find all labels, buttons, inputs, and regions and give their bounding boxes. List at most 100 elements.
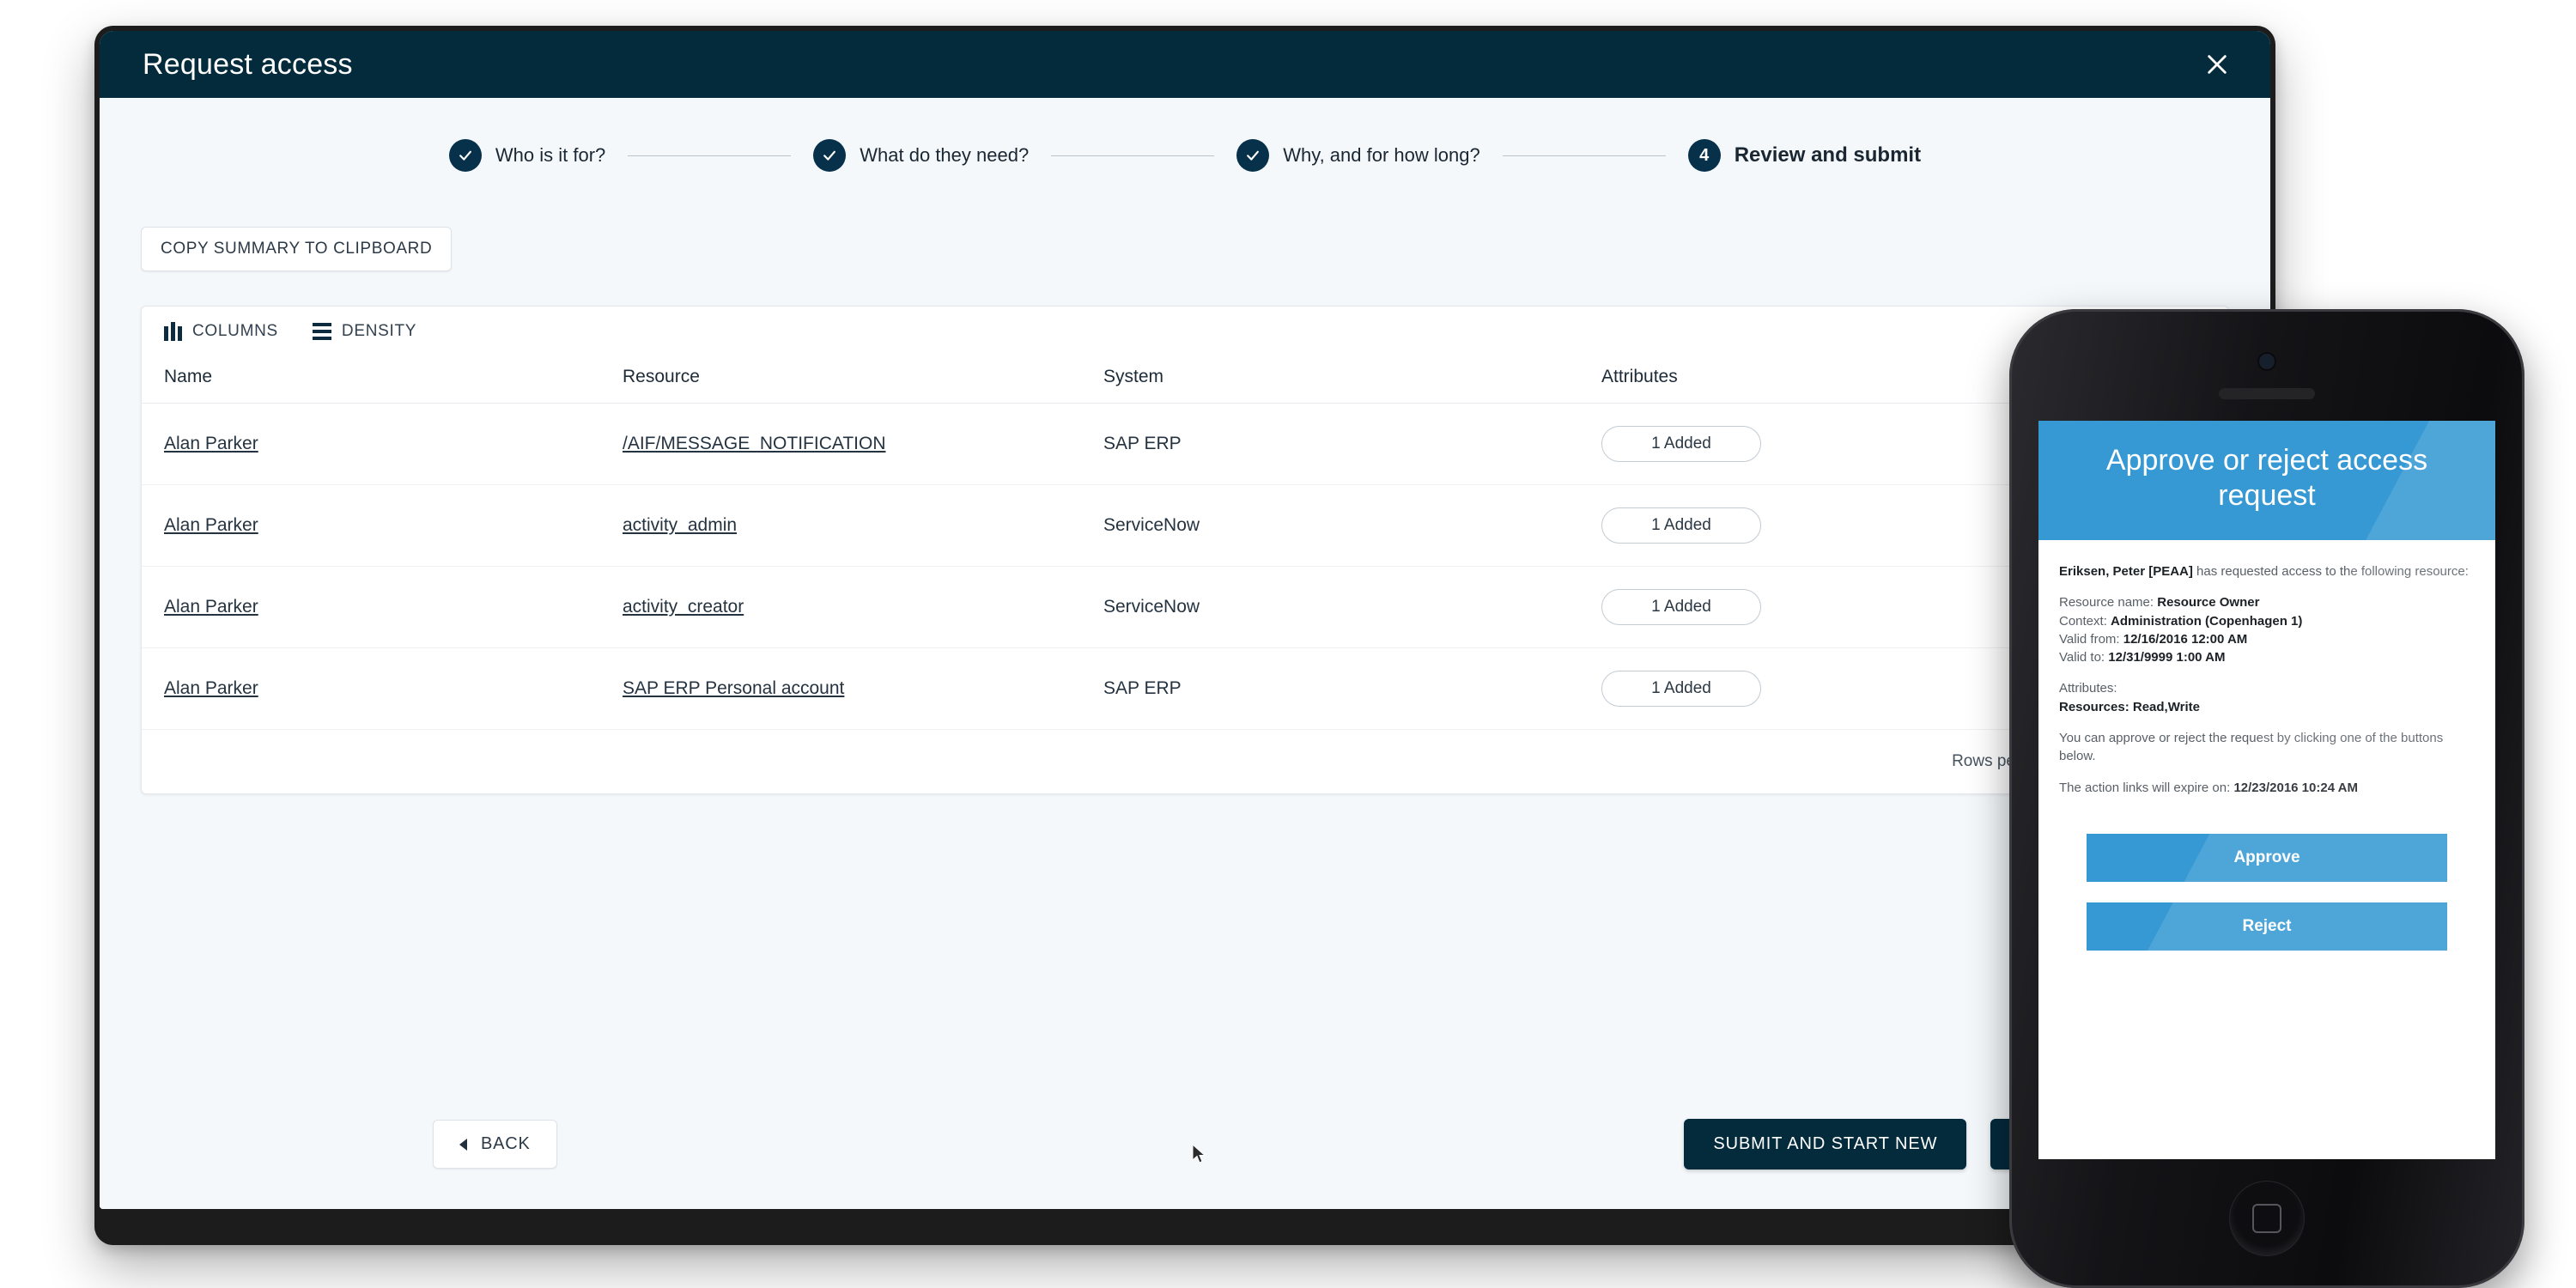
cell-name: Alan Parker bbox=[142, 567, 623, 648]
stepper-step-4-label: Review and submit bbox=[1735, 143, 1921, 167]
check-icon bbox=[1236, 139, 1269, 172]
phone-home-button[interactable] bbox=[2230, 1182, 2304, 1255]
table-row[interactable]: Alan Parker SAP ERP Personal account SAP… bbox=[142, 648, 2228, 730]
density-button-label: DENSITY bbox=[342, 322, 416, 341]
table-pagination: Rows per page: 20 1–4 bbox=[142, 730, 2228, 793]
email-intro-rest: has requested access to the following re… bbox=[2193, 564, 2469, 579]
attributes-chip[interactable]: 1 Added bbox=[1601, 589, 1761, 625]
email-header-banner: Approve or reject access request bbox=[2038, 421, 2495, 540]
submit-and-start-new-button[interactable]: SUBMIT AND START NEW bbox=[1684, 1119, 1966, 1170]
attributes-label: Attributes: bbox=[2059, 681, 2117, 696]
expiry-value: 12/23/2016 10:24 AM bbox=[2233, 781, 2358, 795]
screenshot-canvas: Request access bbox=[0, 0, 2576, 1288]
back-button[interactable]: BACK bbox=[433, 1120, 557, 1169]
expiry-label: The action links will expire on: bbox=[2059, 781, 2230, 795]
dialog-footer: BACK SUBMIT AND START NEW SUBMIT AND CLO… bbox=[100, 1119, 2270, 1209]
density-icon bbox=[313, 323, 331, 340]
columns-button-label: COLUMNS bbox=[192, 322, 278, 341]
phone-camera-icon bbox=[2259, 354, 2275, 369]
check-icon bbox=[449, 139, 482, 172]
email-intro-paragraph: Eriksen, Peter [PEAA] has requested acce… bbox=[2059, 562, 2475, 580]
column-header-name[interactable]: Name bbox=[142, 353, 623, 404]
stepper-connector-3 bbox=[1503, 155, 1666, 156]
context-label: Context: bbox=[2059, 614, 2107, 629]
cell-name: Alan Parker bbox=[142, 648, 623, 730]
approve-button[interactable]: Approve bbox=[2087, 834, 2447, 882]
resource-name-label: Resource name: bbox=[2059, 595, 2154, 610]
laptop-base bbox=[94, 1209, 2275, 1245]
phone-mockup: Approve or reject access request Eriksen… bbox=[2009, 309, 2524, 1288]
cell-name: Alan Parker bbox=[142, 404, 623, 485]
attributes-chip[interactable]: 1 Added bbox=[1601, 507, 1761, 544]
email-expiry-line: The action links will expire on: 12/23/2… bbox=[2059, 779, 2475, 797]
access-request-table: Name Resource System Attributes Alan Par… bbox=[142, 353, 2228, 730]
context-value: Administration (Copenhagen 1) bbox=[2111, 614, 2302, 629]
close-icon[interactable] bbox=[2195, 42, 2239, 87]
resource-name-value: Resource Owner bbox=[2157, 595, 2259, 610]
density-button[interactable]: DENSITY bbox=[313, 322, 416, 341]
table-row[interactable]: Alan Parker activity_creator ServiceNow … bbox=[142, 567, 2228, 648]
stepper-connector-1 bbox=[628, 155, 791, 156]
email-instruction: You can approve or reject the request by… bbox=[2059, 729, 2475, 766]
cell-system: ServiceNow bbox=[1103, 485, 1601, 567]
window-content: Request access bbox=[100, 31, 2270, 1209]
stepper-step-4[interactable]: 4 Review and submit bbox=[1688, 139, 1921, 172]
table-header-row: Name Resource System Attributes bbox=[142, 353, 2228, 404]
phone-screen: Approve or reject access request Eriksen… bbox=[2038, 421, 2495, 1159]
email-attributes-block: Attributes: Resources: Read,Write bbox=[2059, 679, 2475, 716]
column-header-resource[interactable]: Resource bbox=[623, 353, 1103, 404]
access-request-table-card: COLUMNS DENSITY Name Resource Sys bbox=[141, 306, 2229, 794]
dialog-titlebar: Request access bbox=[100, 31, 2270, 98]
stepper-step-2-label: What do they need? bbox=[860, 144, 1029, 167]
browser-window-frame: Request access bbox=[94, 26, 2275, 1245]
wizard-stepper: Who is it for? What do they need? bbox=[100, 98, 2270, 203]
stepper-step-3[interactable]: Why, and for how long? bbox=[1236, 139, 1480, 172]
cell-resource: /AIF/MESSAGE_NOTIFICATION bbox=[623, 404, 1103, 485]
table-row[interactable]: Alan Parker /AIF/MESSAGE_NOTIFICATION SA… bbox=[142, 404, 2228, 485]
resource-link[interactable]: /AIF/MESSAGE_NOTIFICATION bbox=[623, 434, 885, 453]
table-toolbar: COLUMNS DENSITY bbox=[142, 307, 2228, 353]
stepper-step-1[interactable]: Who is it for? bbox=[449, 139, 605, 172]
columns-button[interactable]: COLUMNS bbox=[164, 322, 278, 341]
cell-resource: activity_admin bbox=[623, 485, 1103, 567]
table-row[interactable]: Alan Parker activity_admin ServiceNow 1 … bbox=[142, 485, 2228, 567]
attributes-chip[interactable]: 1 Added bbox=[1601, 426, 1761, 462]
reject-button[interactable]: Reject bbox=[2087, 902, 2447, 951]
resource-link[interactable]: SAP ERP Personal account bbox=[623, 678, 844, 698]
resource-link[interactable]: activity_creator bbox=[623, 597, 744, 617]
name-link[interactable]: Alan Parker bbox=[164, 434, 258, 453]
dialog-body: Who is it for? What do they need? bbox=[100, 98, 2270, 1209]
stepper-step-1-label: Who is it for? bbox=[495, 144, 605, 167]
stepper-step-3-label: Why, and for how long? bbox=[1283, 144, 1480, 167]
chevron-left-icon bbox=[459, 1139, 467, 1151]
phone-speaker-icon bbox=[2219, 388, 2315, 399]
attributes-chip[interactable]: 1 Added bbox=[1601, 671, 1761, 707]
requester-name: Eriksen, Peter [PEAA] bbox=[2059, 564, 2193, 579]
table-head: Name Resource System Attributes bbox=[142, 353, 2228, 404]
copy-summary-row: COPY SUMMARY TO CLIPBOARD bbox=[100, 203, 2270, 271]
email-action-buttons: Approve Reject bbox=[2038, 827, 2495, 951]
cell-resource: activity_creator bbox=[623, 567, 1103, 648]
column-header-system[interactable]: System bbox=[1103, 353, 1601, 404]
valid-to-label: Valid to: bbox=[2059, 650, 2105, 665]
table-body: Alan Parker /AIF/MESSAGE_NOTIFICATION SA… bbox=[142, 404, 2228, 730]
copy-summary-to-clipboard-button[interactable]: COPY SUMMARY TO CLIPBOARD bbox=[141, 227, 452, 271]
resource-link[interactable]: activity_admin bbox=[623, 515, 737, 535]
name-link[interactable]: Alan Parker bbox=[164, 515, 258, 535]
cell-system: ServiceNow bbox=[1103, 567, 1601, 648]
cell-name: Alan Parker bbox=[142, 485, 623, 567]
valid-from-label: Valid from: bbox=[2059, 632, 2120, 647]
name-link[interactable]: Alan Parker bbox=[164, 678, 258, 698]
stepper-connector-2 bbox=[1051, 155, 1214, 156]
name-link[interactable]: Alan Parker bbox=[164, 597, 258, 617]
cell-system: SAP ERP bbox=[1103, 404, 1601, 485]
cell-resource: SAP ERP Personal account bbox=[623, 648, 1103, 730]
columns-icon bbox=[164, 322, 182, 341]
cell-system: SAP ERP bbox=[1103, 648, 1601, 730]
step-number-badge: 4 bbox=[1688, 139, 1721, 172]
check-icon bbox=[813, 139, 846, 172]
page-title: Request access bbox=[143, 48, 353, 82]
back-button-label: BACK bbox=[481, 1134, 531, 1154]
stepper-step-2[interactable]: What do they need? bbox=[813, 139, 1029, 172]
attributes-value: Resources: Read,Write bbox=[2059, 700, 2200, 714]
